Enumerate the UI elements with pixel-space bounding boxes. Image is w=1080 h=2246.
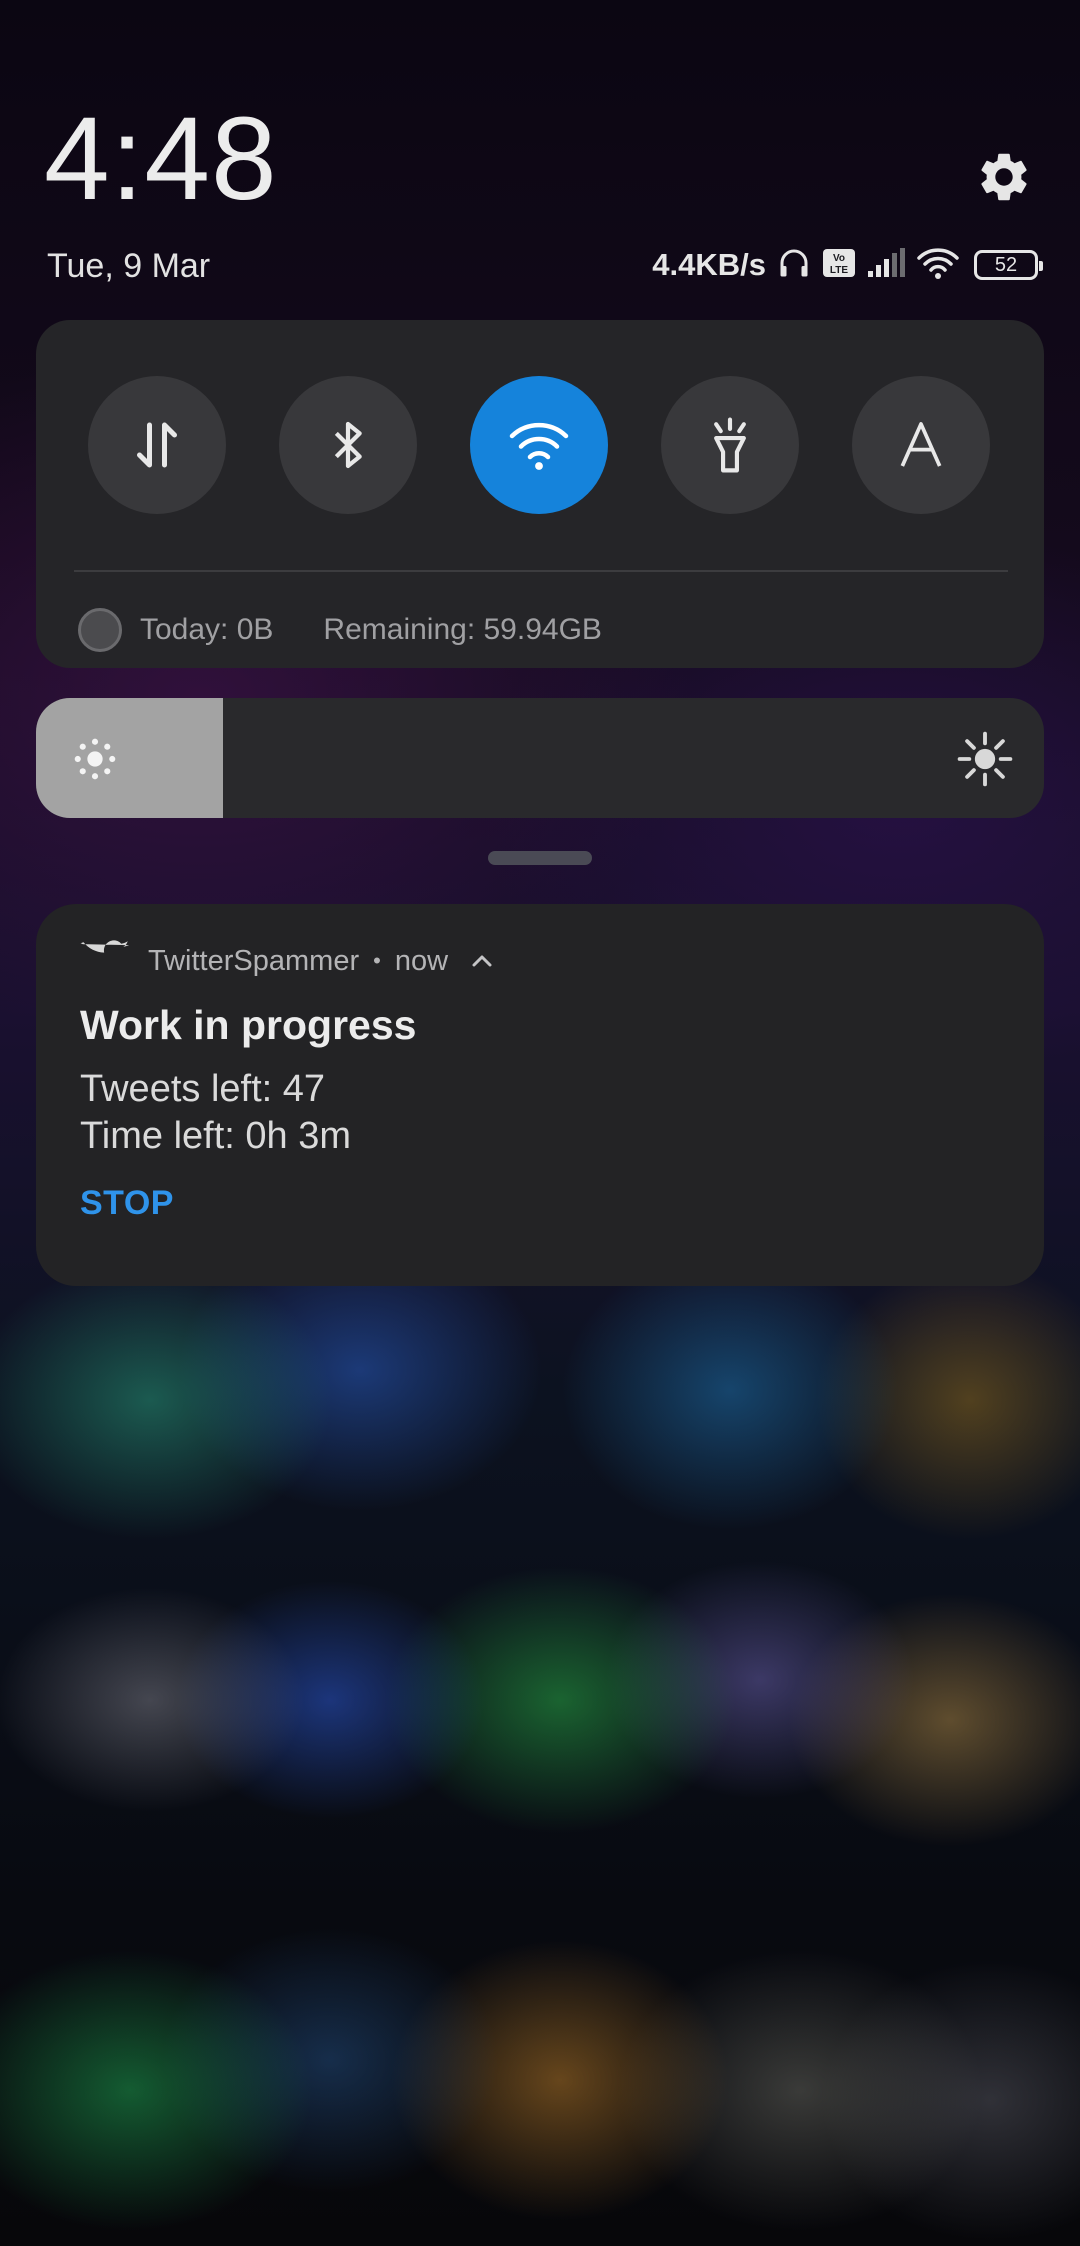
notification-card[interactable]: TwitterSpammer • now Work in progress Tw… <box>36 904 1044 1286</box>
status-bar: 4.4KB/s Vo LTE 52 <box>652 245 1043 286</box>
mobile-data-icon <box>137 422 177 468</box>
notification-time: now <box>394 944 449 977</box>
data-remaining: Remaining: 59.94GB <box>323 613 602 646</box>
data-today: Today: 0B <box>140 613 274 646</box>
svg-text:LTE: LTE <box>830 265 848 276</box>
battery-icon: 52 <box>974 250 1043 280</box>
data-usage-icon <box>78 608 122 652</box>
clock[interactable]: 4:48 <box>44 100 278 218</box>
tile-mobile-data[interactable] <box>88 376 226 514</box>
auto-brightness-icon <box>900 422 942 467</box>
tile-bluetooth[interactable] <box>279 376 417 514</box>
date[interactable]: Tue, 9 Mar <box>47 247 210 286</box>
flashlight-icon <box>714 417 746 473</box>
wifi-icon <box>509 422 569 470</box>
quick-settings-panel: Today: 0B Remaining: 59.94GB <box>36 320 1044 668</box>
battery-level: 52 <box>994 253 1018 276</box>
twitter-bird-icon <box>80 940 130 953</box>
notification-title: Work in progress <box>80 1002 417 1048</box>
volte-icon: Vo LTE <box>822 247 856 284</box>
data-usage-row[interactable]: Today: 0B Remaining: 59.94GB <box>78 600 602 660</box>
network-speed: 4.4KB/s <box>652 247 766 282</box>
divider <box>74 570 1008 572</box>
brightness-level-fill[interactable] <box>36 698 224 818</box>
svg-text:Vo: Vo <box>833 253 845 264</box>
tile-auto-brightness[interactable] <box>852 376 990 514</box>
notification-time-left: Time left: 0h 3m <box>80 1115 352 1157</box>
drag-handle[interactable] <box>488 851 592 865</box>
signal-icon <box>866 247 906 284</box>
bluetooth-icon <box>334 421 362 469</box>
notification-tweets-left: Tweets left: 47 <box>80 1068 326 1110</box>
brightness-slider[interactable] <box>36 698 1044 818</box>
notification-app-name: TwitterSpammer <box>148 944 360 977</box>
notification-header: TwitterSpammer • now <box>80 938 494 984</box>
headset-icon <box>776 245 812 286</box>
brightness-low-icon <box>74 738 116 780</box>
tile-flashlight[interactable] <box>661 376 799 514</box>
stop-button[interactable]: STOP <box>80 1184 174 1223</box>
notification-separator: • <box>373 948 381 973</box>
wifi-status-icon <box>916 246 960 285</box>
chevron-up-icon[interactable] <box>470 952 494 970</box>
tile-wifi[interactable] <box>470 376 608 514</box>
brightness-high-icon <box>957 731 1013 787</box>
gear-icon[interactable] <box>975 148 1033 206</box>
